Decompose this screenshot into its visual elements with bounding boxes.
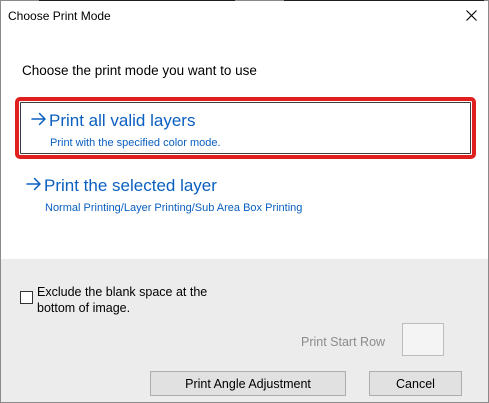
option-subtitle: Normal Printing/Layer Printing/Sub Area … (45, 202, 303, 214)
choose-print-mode-dialog: Choose Print Mode Choose the print mode … (0, 0, 489, 403)
option-focus-frame: Print all valid layers Print with the sp… (20, 102, 471, 154)
option-print-selected-layer[interactable]: Print the selected layer Normal Printing… (16, 171, 471, 227)
option-title: Print all valid layers (49, 111, 196, 130)
option-body: Print the selected layer Normal Printing… (16, 171, 471, 227)
arrow-right-icon (26, 177, 41, 191)
close-icon (465, 9, 477, 21)
print-start-row-input[interactable] (402, 323, 444, 356)
option-print-all-valid-layers[interactable]: Print all valid layers Print with the sp… (15, 97, 476, 159)
print-start-row-label: Print Start Row (301, 335, 386, 349)
cancel-button[interactable]: Cancel (369, 371, 462, 396)
option-title: Print the selected layer (44, 176, 217, 195)
arrow-right-icon (31, 112, 46, 126)
option-subtitle: Print with the specified color mode. (50, 137, 221, 149)
close-button[interactable] (454, 1, 488, 29)
prompt-text: Choose the print mode you want to use (22, 63, 257, 78)
print-angle-adjustment-button[interactable]: Print Angle Adjustment (150, 371, 346, 396)
exclude-blank-checkbox[interactable] (20, 291, 33, 304)
dialog-title: Choose Print Mode (8, 9, 111, 23)
title-bar: Choose Print Mode (1, 1, 488, 29)
exclude-blank-label[interactable]: Exclude the blank space at the bottom of… (37, 284, 237, 316)
